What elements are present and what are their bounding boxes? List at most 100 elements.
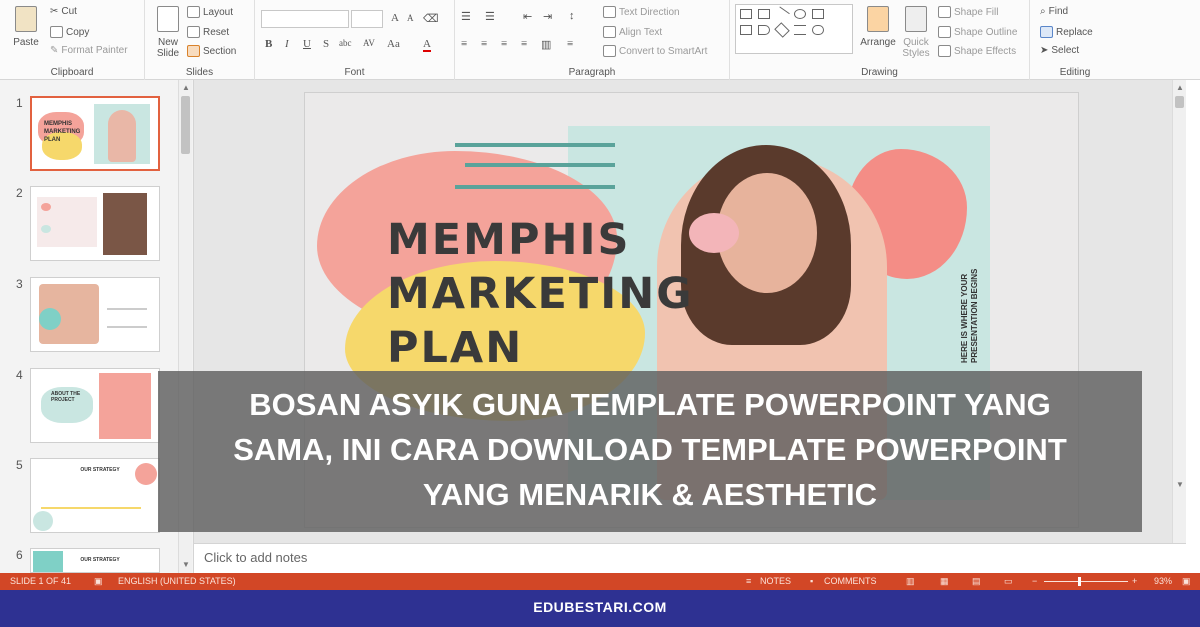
language-indicator[interactable]: ENGLISH (UNITED STATES) xyxy=(118,576,236,586)
bold-button[interactable]: B xyxy=(265,38,272,50)
quick-styles-button[interactable]: Quick Styles xyxy=(900,6,932,59)
arrange-button[interactable]: Arrange xyxy=(858,6,898,48)
thumb-title: OUR STRATEGY xyxy=(80,557,120,563)
layout-icon xyxy=(187,6,200,18)
numbering-icon[interactable]: ☰ xyxy=(485,10,495,23)
slide-number: 6 xyxy=(16,548,23,562)
normal-view-icon[interactable]: ▥ xyxy=(906,576,915,587)
slide-thumbnail-3[interactable] xyxy=(30,277,160,352)
align-center-icon[interactable]: ≡ xyxy=(481,38,487,50)
editor-scrollbar[interactable]: ▲ ▼ xyxy=(1172,80,1186,543)
comments-icon[interactable]: ▪ xyxy=(810,576,813,586)
star-shape-icon[interactable] xyxy=(774,22,790,38)
align-right-icon[interactable]: ≡ xyxy=(501,38,507,50)
shape-fill-button[interactable]: Shape Fill xyxy=(938,6,998,18)
scroll-thumb[interactable] xyxy=(181,96,190,154)
cut-button[interactable]: ✂ Cut xyxy=(50,6,77,17)
slide-sorter-icon[interactable]: ▦ xyxy=(940,576,949,587)
align-text-icon xyxy=(603,26,616,38)
scroll-down-icon[interactable]: ▼ xyxy=(1173,480,1187,489)
replace-button[interactable]: Replace xyxy=(1040,26,1093,38)
shadow-button[interactable]: S xyxy=(323,38,329,50)
reading-view-icon[interactable]: ▤ xyxy=(972,576,981,587)
change-case-button[interactable]: Aa xyxy=(387,38,400,50)
zoom-level[interactable]: 93% xyxy=(1154,576,1172,586)
copy-icon xyxy=(50,26,63,38)
slide-thumbnail-5[interactable]: OUR STRATEGY xyxy=(30,458,160,533)
copy-button[interactable]: Copy xyxy=(50,26,89,38)
increase-indent-icon[interactable]: ⇥ xyxy=(543,10,552,23)
zoom-out-icon[interactable]: − xyxy=(1032,576,1037,586)
scroll-down-icon[interactable]: ▼ xyxy=(179,560,193,569)
find-button[interactable]: ⌕ Find xyxy=(1040,6,1068,17)
line-spacing-icon[interactable]: ↕ xyxy=(569,10,575,22)
oval-shape-icon[interactable] xyxy=(794,9,806,19)
notes-placeholder: Click to add notes xyxy=(204,550,308,565)
replace-icon xyxy=(1040,26,1053,38)
align-left-icon[interactable]: ≡ xyxy=(461,38,467,50)
zoom-slider[interactable] xyxy=(1044,581,1128,582)
slideshow-icon[interactable]: ▭ xyxy=(1004,576,1013,587)
spellcheck-icon[interactable]: ▣ xyxy=(94,576,103,587)
arrow-shape-icon[interactable] xyxy=(758,25,770,35)
shape-outline-button[interactable]: Shape Outline xyxy=(938,26,1017,38)
strikethrough-button[interactable]: abc xyxy=(339,38,352,48)
notes-toggle[interactable]: NOTES xyxy=(760,576,791,586)
font-color-button[interactable]: A xyxy=(423,38,431,52)
select-button[interactable]: ➤ Select xyxy=(1040,45,1079,56)
find-label: Find xyxy=(1048,6,1069,17)
scroll-thumb[interactable] xyxy=(1175,96,1184,108)
justify-icon[interactable]: ≡ xyxy=(521,38,527,50)
notes-pane[interactable]: Click to add notes xyxy=(194,543,1186,573)
scroll-up-icon[interactable]: ▲ xyxy=(1173,83,1187,92)
clear-format-icon[interactable]: ⌫ xyxy=(423,12,439,25)
textbox-shape-icon[interactable] xyxy=(740,9,752,19)
shrink-font-button[interactable]: A xyxy=(407,13,414,23)
slide-thumbnail-6[interactable]: OUR STRATEGY xyxy=(30,548,160,573)
font-size-field[interactable] xyxy=(351,10,383,28)
align-text-label: Align Text xyxy=(619,26,663,38)
zoom-in-icon[interactable]: + xyxy=(1132,576,1137,586)
notes-toggle-icon[interactable]: ≡ xyxy=(746,576,751,586)
curve-shape-icon[interactable] xyxy=(812,25,824,35)
reset-button[interactable]: Reset xyxy=(187,26,229,38)
slide-thumbnail-4[interactable]: ABOUT THE PROJECT xyxy=(30,368,160,443)
paragraph-group-label: Paragraph xyxy=(568,67,616,78)
columns-icon[interactable]: ▥ xyxy=(541,38,551,51)
timeline-line xyxy=(41,507,141,509)
font-name-field[interactable] xyxy=(261,10,349,28)
thumb-title: ABOUT THE PROJECT xyxy=(51,391,81,403)
arrange-icon xyxy=(867,6,889,32)
new-slide-icon xyxy=(157,6,179,32)
decrease-indent-icon[interactable]: ⇤ xyxy=(523,10,532,23)
shapes-gallery[interactable] xyxy=(735,4,853,54)
bullets-icon[interactable]: ☰ xyxy=(461,10,471,23)
comments-toggle[interactable]: COMMENTS xyxy=(824,576,877,586)
rectangle-shape-icon[interactable] xyxy=(758,9,770,19)
fit-slide-icon[interactable]: ▣ xyxy=(1182,576,1191,587)
layout-button[interactable]: Layout xyxy=(187,6,233,18)
spacing-button[interactable]: AV xyxy=(363,38,375,48)
scroll-up-icon[interactable]: ▲ xyxy=(179,83,193,92)
zoom-slider-thumb[interactable] xyxy=(1078,577,1081,586)
slide-thumbnail-1[interactable]: MEMPHIS MARKETING PLAN xyxy=(30,96,160,171)
format-painter-button[interactable]: ✎ Format Painter xyxy=(50,45,128,56)
paste-button[interactable]: Paste xyxy=(8,6,44,48)
thumb-title: OUR STRATEGY xyxy=(80,467,120,473)
triangle-shape-icon[interactable] xyxy=(740,25,752,35)
section-button[interactable]: Section xyxy=(187,45,236,57)
site-name[interactable]: EDUBESTARI.COM xyxy=(533,599,667,615)
align-text-button[interactable]: Align Text xyxy=(603,26,662,38)
smartart-button[interactable]: Convert to SmartArt xyxy=(603,45,707,57)
square-shape-icon[interactable] xyxy=(812,9,824,19)
brace-shape-icon[interactable] xyxy=(794,25,806,35)
line-shape-icon[interactable] xyxy=(774,6,790,22)
new-slide-button[interactable]: New Slide xyxy=(151,6,185,59)
underline-button[interactable]: U xyxy=(303,38,311,50)
slide-thumbnail-2[interactable] xyxy=(30,186,160,261)
text-direction-button[interactable]: Text Direction xyxy=(603,6,680,18)
shape-effects-button[interactable]: Shape Effects xyxy=(938,45,1016,57)
italic-button[interactable]: I xyxy=(285,38,289,50)
vertical-align-icon[interactable]: ≡ xyxy=(567,38,573,50)
grow-font-button[interactable]: A xyxy=(391,12,399,24)
